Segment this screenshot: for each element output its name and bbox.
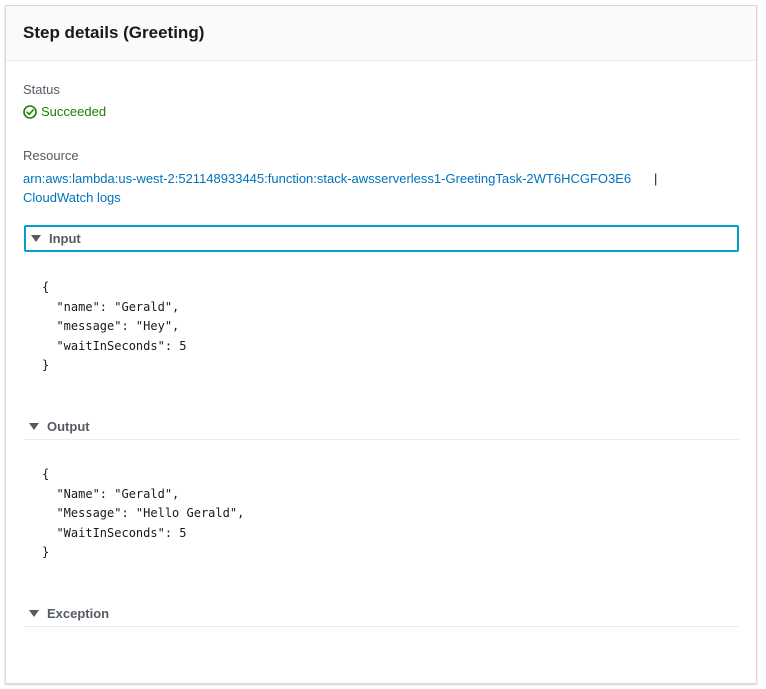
status-label: Status	[23, 82, 60, 97]
caret-down-icon	[29, 422, 39, 430]
cloudwatch-logs-link[interactable]: CloudWatch logs	[23, 190, 121, 205]
resource-arn-link[interactable]: arn:aws:lambda:us-west-2:521148933445:fu…	[23, 171, 631, 186]
output-section-toggle[interactable]: Output	[24, 413, 739, 440]
caret-down-icon	[29, 609, 39, 617]
success-check-icon	[23, 104, 37, 119]
step-details-panel: Step details (Greeting) Status Succeeded…	[5, 5, 757, 684]
status-value: Succeeded	[23, 104, 106, 119]
panel-header: Step details (Greeting)	[6, 6, 756, 61]
status-text: Succeeded	[41, 104, 107, 119]
input-section-title: Input	[49, 231, 81, 246]
output-json: { "Name": "Gerald", "Message": "Hello Ge…	[42, 467, 245, 559]
link-separator: |	[654, 171, 658, 186]
resource-label: Resource	[23, 148, 79, 163]
exception-section-toggle[interactable]: Exception	[24, 600, 739, 627]
input-section-toggle[interactable]: Input	[24, 225, 739, 252]
panel-title: Step details (Greeting)	[23, 23, 205, 42]
input-json: { "name": "Gerald", "message": "Hey", "w…	[42, 280, 187, 372]
exception-section-title: Exception	[47, 605, 110, 621]
output-section-title: Output	[47, 418, 90, 434]
caret-down-icon	[31, 235, 41, 242]
